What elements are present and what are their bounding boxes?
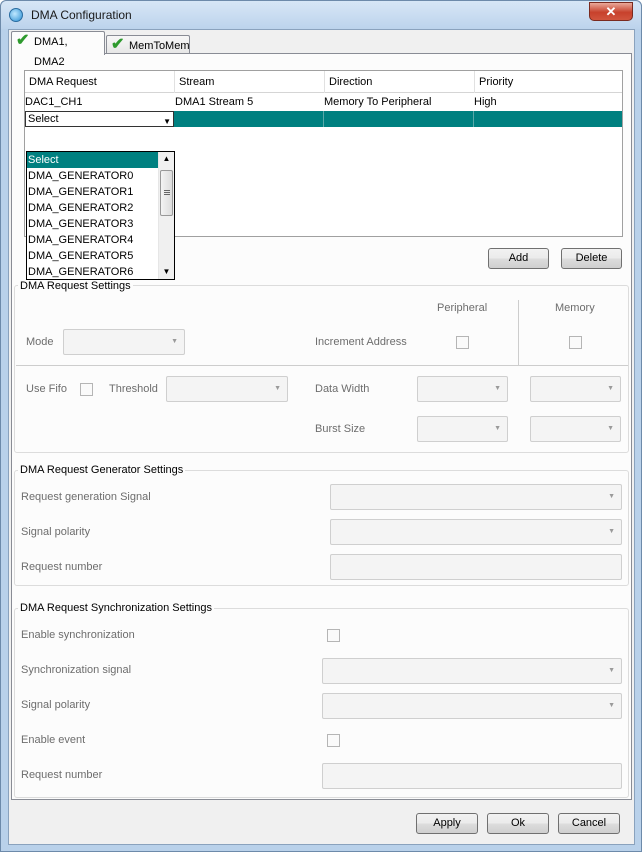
request-generation-signal-select[interactable]: ▼ xyxy=(330,484,622,510)
table-row[interactable]: DAC1_CH1 DMA1 Stream 5 Memory To Periphe… xyxy=(25,94,622,110)
request-number-label: Request number xyxy=(21,561,103,573)
close-button[interactable]: ✕ xyxy=(589,2,633,21)
check-icon: ✔ xyxy=(111,36,125,53)
use-fifo-label: Use Fifo xyxy=(26,383,67,395)
section-divider xyxy=(16,365,628,366)
enable-event-label: Enable event xyxy=(21,734,86,746)
signal-polarity-label: Signal polarity xyxy=(21,526,91,538)
peripheral-header: Peripheral xyxy=(437,302,488,314)
title-bar: DMA Configuration ✕ xyxy=(1,1,641,29)
chevron-down-icon: ▼ xyxy=(494,385,501,392)
dma-configuration-window: DMA Configuration ✕ ✔ DMA1, DMA2 ✔ MemTo… xyxy=(0,0,642,852)
sync-signal-polarity-label: Signal polarity xyxy=(21,699,91,711)
delete-button[interactable]: Delete xyxy=(561,248,622,269)
list-item[interactable]: DMA_GENERATOR0 xyxy=(27,168,159,184)
list-item[interactable]: DMA_GENERATOR2 xyxy=(27,200,159,216)
chevron-down-icon: ▼ xyxy=(163,117,171,126)
dropdown-scrollbar[interactable]: ▲ ▼ xyxy=(158,152,174,279)
signal-polarity-select[interactable]: ▼ xyxy=(330,519,622,545)
chevron-down-icon: ▼ xyxy=(171,338,178,345)
tab-label: MemToMem xyxy=(129,40,190,52)
tab-dma1-dma2[interactable]: ✔ DMA1, DMA2 xyxy=(11,31,105,68)
increment-address-label: Increment Address xyxy=(315,336,407,348)
use-fifo-checkbox[interactable] xyxy=(80,383,93,396)
cell-priority: High xyxy=(474,96,497,108)
apply-button[interactable]: Apply xyxy=(416,813,478,834)
list-item[interactable]: DMA_GENERATOR1 xyxy=(27,184,159,200)
peripheral-burst-size-select[interactable]: ▼ xyxy=(417,416,508,442)
list-item[interactable]: DMA_GENERATOR6 xyxy=(27,264,159,280)
cell-direction: Memory To Peripheral xyxy=(324,96,432,108)
column-header-stream[interactable]: Stream xyxy=(175,71,325,93)
tab-panel: DMA Request Stream Direction Priority DA… xyxy=(11,53,632,800)
chevron-down-icon: ▼ xyxy=(608,528,615,535)
sync-request-number-field[interactable] xyxy=(322,763,622,789)
column-divider xyxy=(473,111,474,127)
dma-request-dropdown-list[interactable]: Select DMA_GENERATOR0 DMA_GENERATOR1 DMA… xyxy=(26,151,175,280)
request-generation-signal-label: Request generation Signal xyxy=(21,491,151,503)
app-icon xyxy=(9,8,23,22)
column-header-direction[interactable]: Direction xyxy=(325,71,475,93)
burst-size-label: Burst Size xyxy=(315,423,366,435)
enable-synchronization-checkbox[interactable] xyxy=(327,629,340,642)
close-icon: ✕ xyxy=(605,4,617,19)
tab-label: DMA1, DMA2 xyxy=(34,36,68,68)
memory-data-width-select[interactable]: ▼ xyxy=(530,376,621,402)
list-item[interactable]: DMA_GENERATOR3 xyxy=(27,216,159,232)
chevron-down-icon: ▼ xyxy=(608,493,615,500)
dma-request-combo[interactable]: Select ▼ xyxy=(25,111,174,127)
ok-button[interactable]: Ok xyxy=(487,813,549,834)
mode-select[interactable]: ▼ xyxy=(63,329,185,355)
dialog-client-area: ✔ DMA1, DMA2 ✔ MemToMem DMA Request Stre… xyxy=(8,29,635,845)
cancel-button[interactable]: Cancel xyxy=(558,813,620,834)
group-title: DMA Request Generator Settings xyxy=(18,464,186,476)
enable-synchronization-label: Enable synchronization xyxy=(21,629,135,641)
sync-signal-polarity-select[interactable]: ▼ xyxy=(322,693,622,719)
peripheral-increment-checkbox[interactable] xyxy=(456,336,469,349)
synchronization-signal-select[interactable]: ▼ xyxy=(322,658,622,684)
list-item[interactable]: DMA_GENERATOR5 xyxy=(27,248,159,264)
enable-event-checkbox[interactable] xyxy=(327,734,340,747)
column-header-dma-request[interactable]: DMA Request xyxy=(25,71,175,93)
peripheral-data-width-select[interactable]: ▼ xyxy=(417,376,508,402)
column-divider xyxy=(518,300,519,366)
mode-label: Mode xyxy=(26,336,54,348)
scroll-thumb[interactable] xyxy=(160,170,173,216)
chevron-down-icon: ▼ xyxy=(607,425,614,432)
group-title: DMA Request Settings xyxy=(18,280,133,292)
check-icon: ✔ xyxy=(16,32,30,49)
memory-increment-checkbox[interactable] xyxy=(569,336,582,349)
chevron-down-icon: ▼ xyxy=(494,425,501,432)
chevron-down-icon: ▼ xyxy=(607,385,614,392)
chevron-down-icon: ▼ xyxy=(608,667,615,674)
sync-request-number-label: Request number xyxy=(21,769,103,781)
chevron-down-icon: ▼ xyxy=(608,702,615,709)
scroll-down-icon[interactable]: ▼ xyxy=(159,265,174,279)
request-number-field[interactable] xyxy=(330,554,622,580)
column-divider xyxy=(323,111,324,127)
column-header-priority[interactable]: Priority xyxy=(475,71,622,93)
list-item[interactable]: DMA_GENERATOR4 xyxy=(27,232,159,248)
chevron-down-icon: ▼ xyxy=(274,385,281,392)
memory-burst-size-select[interactable]: ▼ xyxy=(530,416,621,442)
threshold-select[interactable]: ▼ xyxy=(166,376,288,402)
data-width-label: Data Width xyxy=(315,383,370,395)
combo-value: Select xyxy=(28,113,59,125)
grip-icon xyxy=(164,190,170,191)
window-title: DMA Configuration xyxy=(31,8,132,22)
add-button[interactable]: Add xyxy=(488,248,549,269)
table-row-selected[interactable]: Select ▼ xyxy=(25,111,622,127)
synchronization-signal-label: Synchronization signal xyxy=(21,664,132,676)
group-title: DMA Request Synchronization Settings xyxy=(18,602,214,614)
threshold-label: Threshold xyxy=(109,383,158,395)
list-item[interactable]: Select xyxy=(27,152,159,168)
memory-header: Memory xyxy=(555,302,595,314)
cell-stream: DMA1 Stream 5 xyxy=(175,96,254,108)
table-header: DMA Request Stream Direction Priority xyxy=(25,71,622,93)
scroll-up-icon[interactable]: ▲ xyxy=(159,152,174,166)
cell-request: DAC1_CH1 xyxy=(25,96,83,108)
